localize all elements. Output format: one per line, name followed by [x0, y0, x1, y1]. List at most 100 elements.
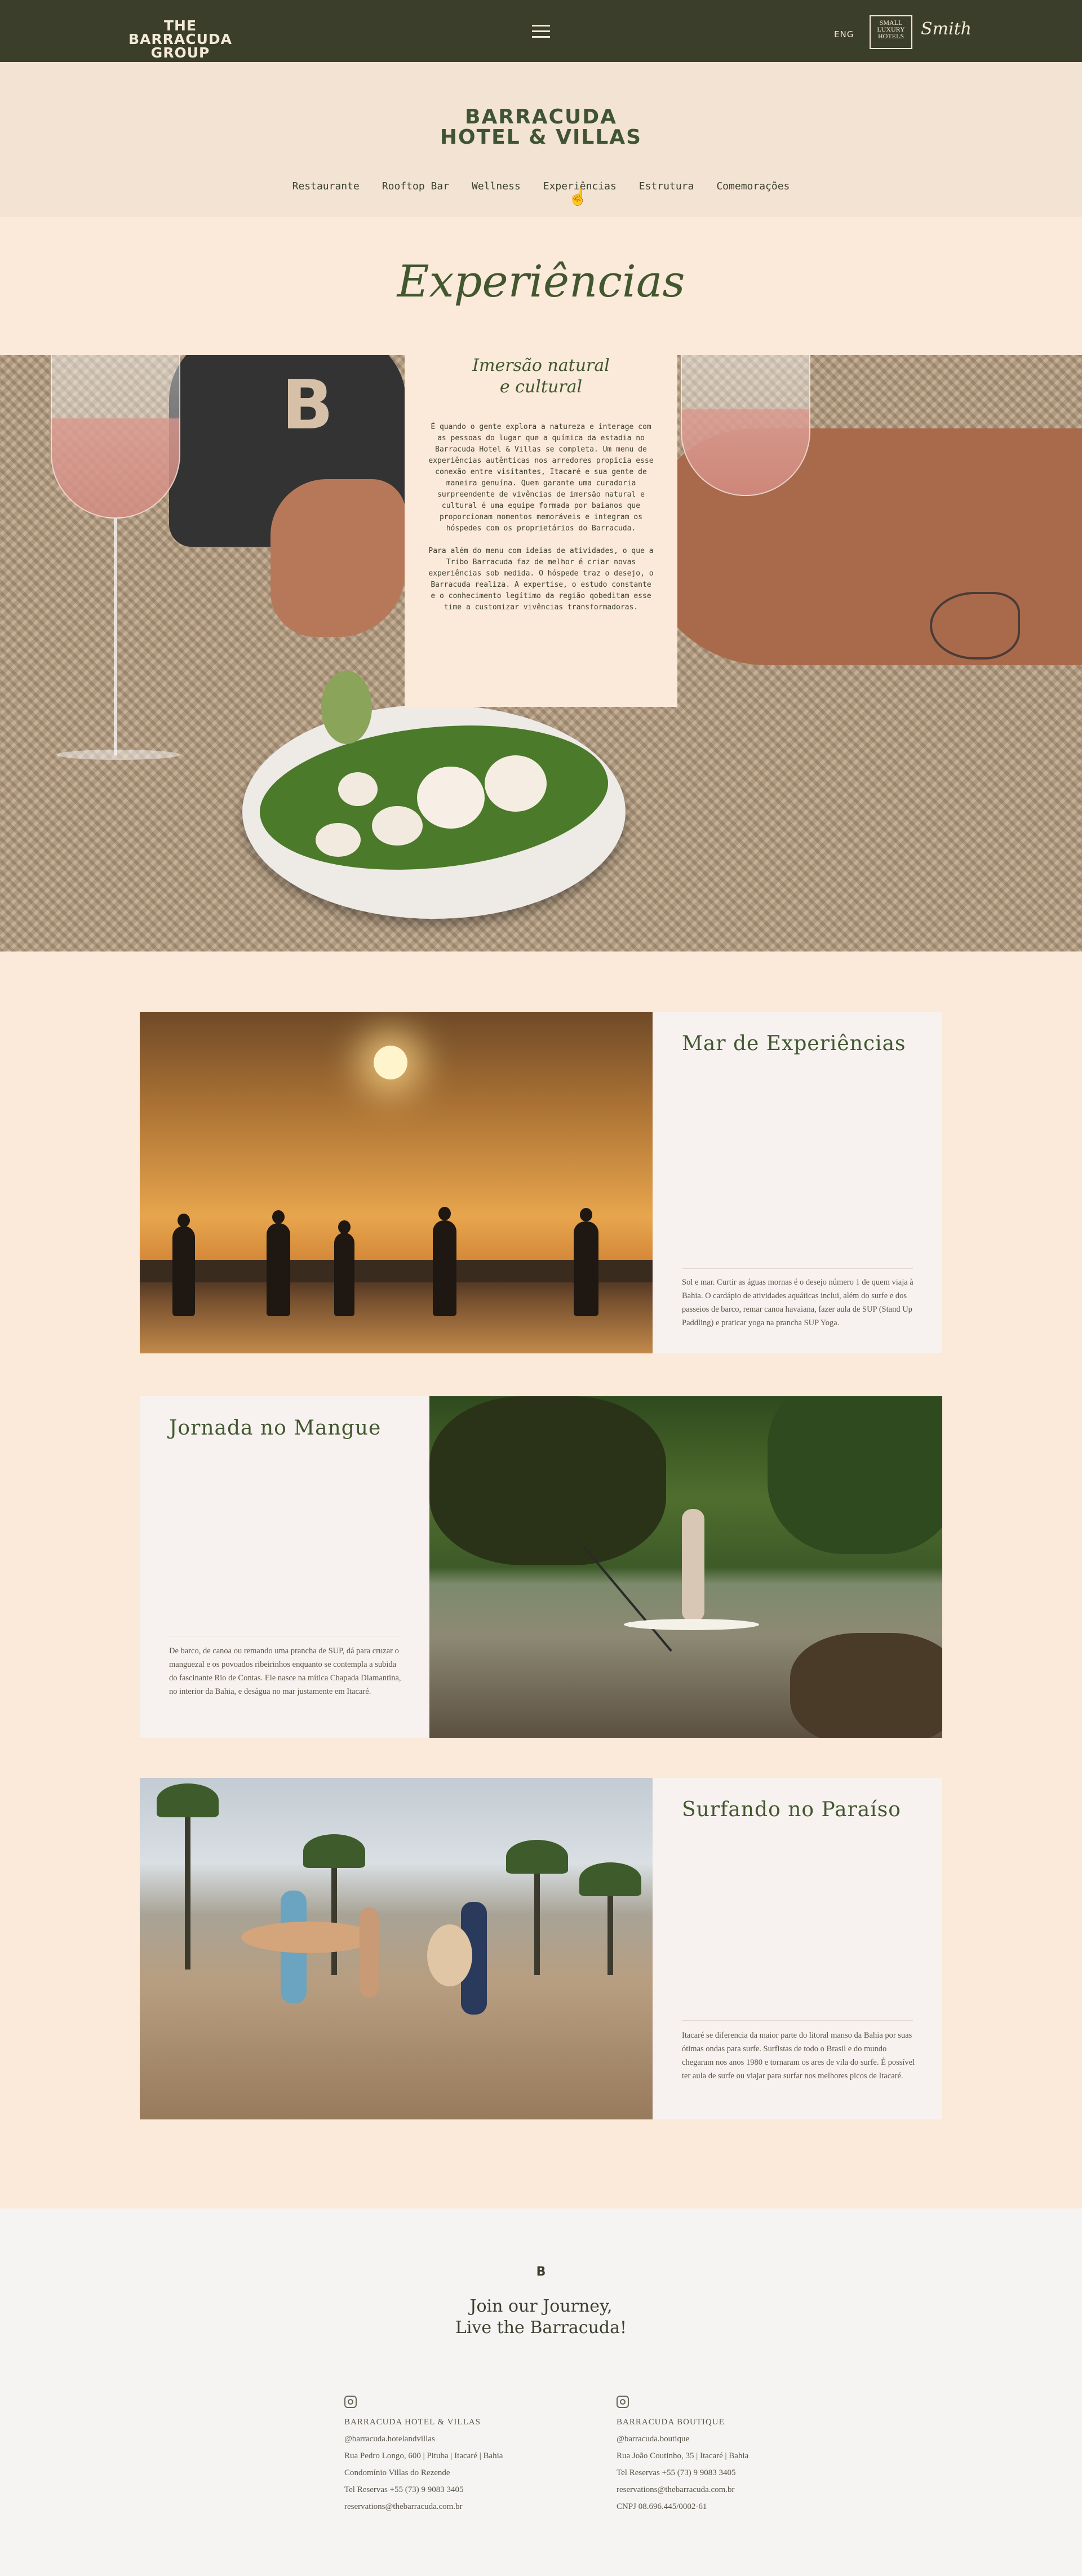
wine-glass-left [51, 355, 180, 519]
footer-logo[interactable]: B [0, 2265, 1082, 2279]
group-logo-line1: THE BARRACUDA [128, 17, 232, 47]
food-piece [372, 806, 423, 846]
experience-title: Jornada no Mangue [169, 1417, 382, 1440]
surfboard-shape [427, 1924, 472, 1986]
food-piece [485, 755, 547, 812]
footer-hotel-email[interactable]: reservations@thebarracuda.com.br [344, 2498, 581, 2515]
silhouette-head [272, 1210, 285, 1224]
footer-column-hotel: BARRACUDA HOTEL & VILLAS @barracuda.hote… [344, 2396, 581, 2515]
palm-frond [579, 1862, 641, 1896]
silhouette [172, 1226, 195, 1316]
instagram-icon[interactable] [344, 2396, 357, 2408]
footer-boutique-address: Rua João Coutinho, 35 | Itacaré | Bahia [617, 2451, 749, 2460]
experience-title: Surfando no Paraíso [682, 1798, 901, 1821]
sup-board-shape [624, 1619, 759, 1630]
cap-logo: B [282, 366, 334, 445]
hero-heading: Imersão natural e cultural [405, 355, 677, 398]
glass-base [56, 750, 180, 760]
top-bar: THE BARRACUDA GROUP ENG SMALL LUXURY HOT… [0, 0, 1082, 62]
palm-frond [303, 1834, 365, 1868]
footer-hotel-handle[interactable]: @barracuda.hotelandvillas [344, 2431, 581, 2447]
footer-hotel-condo: Condomínio Villas do Rezende [344, 2468, 450, 2477]
footer-hotel-phone[interactable]: Tel Reservas +55 (73) 9 9083 3405 [344, 2481, 581, 2498]
footer-boutique-email[interactable]: reservations@thebarracuda.com.br [617, 2481, 853, 2498]
silhouette [334, 1233, 354, 1316]
hotel-logo-line2: HOTEL & VILLAS [440, 126, 642, 149]
palm-frond [506, 1840, 568, 1874]
footer-hotel-address: Rua Pedro Longo, 600 | Pituba | Itacaré … [344, 2451, 503, 2460]
hero-heading-line2: e cultural [499, 377, 583, 397]
experience-title: Mar de Experiências [682, 1032, 906, 1055]
pointer-cursor-icon: ☝ [568, 189, 588, 206]
experience-panel-surf: Surfando no Paraíso Itacaré se diferenci… [653, 1778, 942, 2119]
paddler-shape [682, 1509, 704, 1622]
wine-glass-right [681, 355, 810, 496]
experience-text: Itacaré se diferencia da maior parte do … [682, 2031, 915, 2081]
instagram-icon[interactable] [617, 2396, 629, 2408]
experience-photo-sunset [140, 1012, 653, 1353]
footer-title-line1: Join our Journey, [469, 2296, 613, 2316]
palm-frond [157, 1783, 219, 1817]
nav-item-rooftop-bar[interactable]: Rooftop Bar [382, 180, 449, 192]
silhouette-head [338, 1220, 351, 1234]
hand-shape [270, 479, 406, 637]
site-footer: B Join our Journey, Live the Barracuda! … [0, 2208, 1082, 2576]
glass-stem [114, 519, 117, 755]
footer-column-boutique: BARRACUDA BOUTIQUE @barracuda.boutique R… [617, 2396, 853, 2515]
root-shape [790, 1633, 942, 1738]
sun-shape [374, 1046, 407, 1079]
experience-text: De barco, de canoa ou remando uma pranch… [169, 1646, 401, 1696]
tattoo-shape [930, 592, 1020, 660]
experience-panel-mangue: Jornada no Mangue De barco, de canoa ou … [140, 1396, 429, 1738]
tree-shape [429, 1396, 666, 1565]
hotel-logo-line1: BARRACUDA [465, 105, 617, 129]
slh-badge[interactable]: SMALL LUXURY HOTELS [870, 15, 912, 49]
silhouette [433, 1220, 456, 1316]
footer-boutique-name: BARRACUDA BOUTIQUE [617, 2418, 725, 2427]
page-title: Experiências [397, 256, 685, 307]
nav-item-wellness[interactable]: Wellness [472, 180, 521, 192]
silhouette-head [178, 1214, 190, 1227]
palm-trunk [185, 1800, 190, 1969]
smith-badge[interactable]: Smith [921, 19, 972, 39]
surfer-shape [360, 1907, 379, 1998]
group-logo-line2: GROUP [150, 45, 210, 61]
silhouette [267, 1223, 290, 1316]
hero-paragraph-1: É quando o gente explora a natureza e in… [428, 423, 654, 533]
silhouette [574, 1221, 598, 1316]
hero-heading-line1: Imersão natural [472, 356, 610, 375]
tree-shape [768, 1396, 942, 1554]
hero-text-card: Imersão natural e cultural É quando o ge… [405, 355, 677, 707]
group-logo[interactable]: THE BARRACUDA GROUP [113, 19, 248, 60]
nav-item-comemoracoes[interactable]: Comemorações [716, 180, 790, 192]
main-nav: Restaurante Rooftop Bar Wellness Experiê… [0, 180, 1082, 192]
footer-title: Join our Journey, Live the Barracuda! [0, 2296, 1082, 2339]
silhouette-head [580, 1208, 592, 1221]
divider [682, 1268, 913, 1269]
surfboard-shape [241, 1922, 376, 1953]
nav-item-estrutura[interactable]: Estrutura [639, 180, 694, 192]
footer-title-line2: Live the Barracuda! [455, 2318, 627, 2338]
experience-card-surf: Surfando no Paraíso Itacaré se diferenci… [140, 1778, 942, 2119]
experience-photo-surf [140, 1778, 653, 2119]
site-header: BARRACUDA HOTEL & VILLAS Restaurante Roo… [0, 62, 1082, 217]
experience-card-mar: Mar de Experiências Sol e mar. Curtir as… [140, 1012, 942, 1353]
food-piece [338, 772, 378, 806]
experience-photo-mangrove [429, 1396, 942, 1738]
experience-text: Sol e mar. Curtir as águas mornas é o de… [682, 1278, 914, 1327]
language-switch[interactable]: ENG [834, 29, 854, 39]
experience-panel-mar: Mar de Experiências Sol e mar. Curtir as… [653, 1012, 942, 1353]
divider [682, 2020, 913, 2021]
nav-item-restaurante[interactable]: Restaurante [292, 180, 360, 192]
hamburger-icon[interactable] [532, 25, 550, 38]
food-piece [417, 767, 485, 829]
hero-image: B Imersão natural e cultural É quando o … [0, 355, 1082, 951]
smith-badge-label: Smith [921, 19, 972, 39]
footer-boutique-handle[interactable]: @barracuda.boutique [617, 2431, 853, 2447]
footer-boutique-cnpj: CNPJ 08.696.445/0002-61 [617, 2502, 707, 2511]
hero-paragraph-2: Para além do menu com ideias de atividad… [428, 547, 654, 612]
hotel-logo[interactable]: BARRACUDA HOTEL & VILLAS [0, 107, 1082, 148]
footer-hotel-name: BARRACUDA HOTEL & VILLAS [344, 2418, 481, 2427]
lime-slice [321, 671, 372, 744]
footer-boutique-phone[interactable]: Tel Reservas +55 (73) 9 9083 3405 [617, 2464, 853, 2481]
